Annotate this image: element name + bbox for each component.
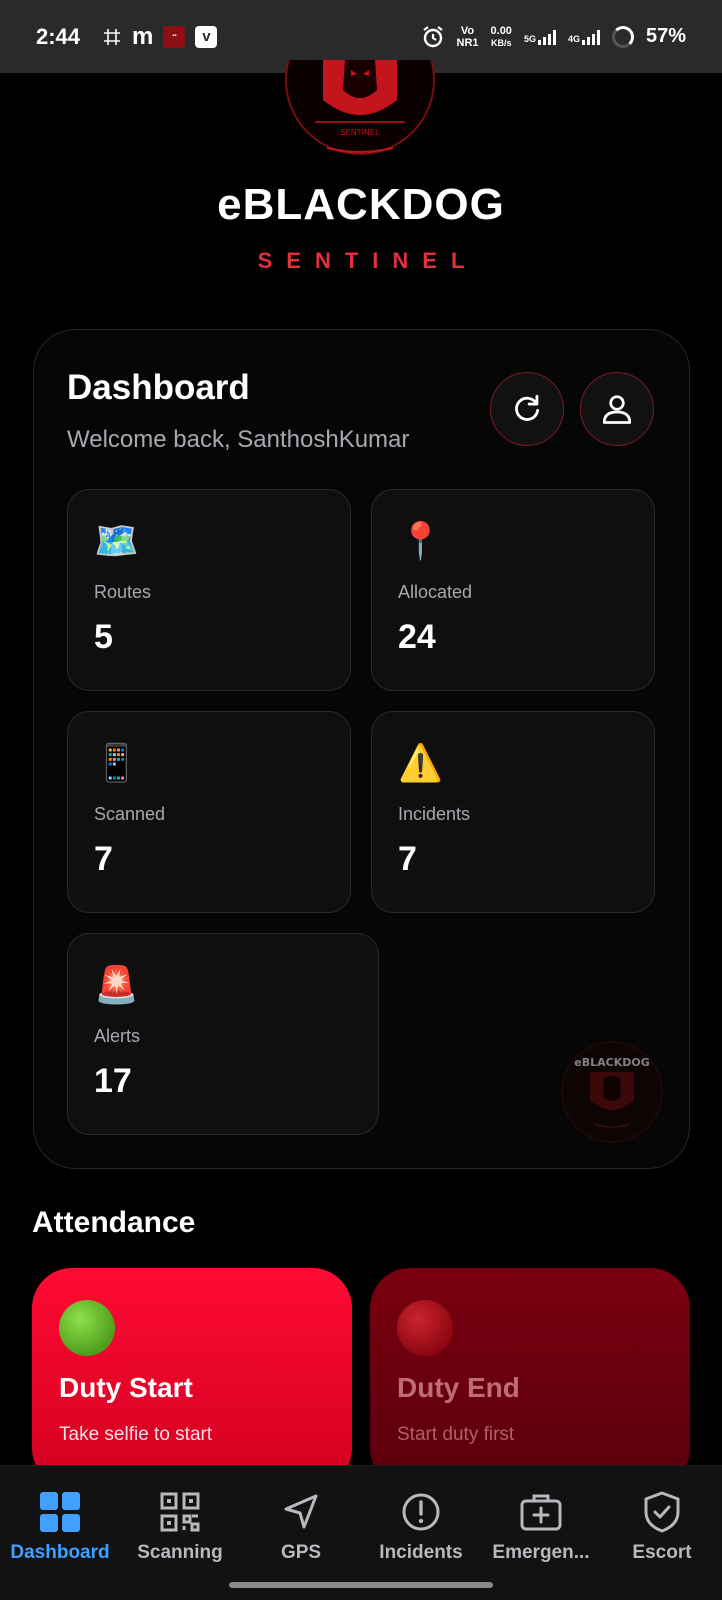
battery-icon xyxy=(611,25,634,48)
alarm-icon xyxy=(421,25,445,49)
nav-label: Incidents xyxy=(379,1542,463,1563)
stat-card-routes[interactable]: 🗺️ Routes 5 xyxy=(67,489,351,691)
nav-incidents[interactable]: Incidents xyxy=(361,1466,481,1576)
nav-label: GPS xyxy=(280,1542,322,1563)
nav-emergency[interactable]: Emergen... xyxy=(481,1466,601,1576)
stat-value: 5 xyxy=(94,618,113,656)
map-icon: 🗺️ xyxy=(94,520,139,561)
status-time: 2:44 xyxy=(36,23,81,49)
stat-label: Scanned xyxy=(94,804,166,824)
duty-start-title: Duty Start xyxy=(59,1372,193,1403)
volte-indicator: Vo NR1 xyxy=(456,24,479,49)
duty-end-subtitle: Start duty first xyxy=(397,1424,515,1445)
grid-app-icon xyxy=(102,27,122,47)
pin-icon: 📍 xyxy=(398,520,443,561)
duty-start-subtitle: Take selfie to start xyxy=(59,1424,213,1445)
navigation-arrow-icon xyxy=(281,1490,321,1534)
stat-card-scanned[interactable]: 📱 Scanned 7 xyxy=(67,711,351,913)
stat-card-allocated[interactable]: 📍 Allocated 24 xyxy=(371,489,655,691)
signal-bars-icon xyxy=(581,29,600,45)
red-app-icon: ▪▪ xyxy=(163,25,186,48)
stat-label: Alerts xyxy=(94,1026,141,1046)
brand-subtitle: SENTINEL xyxy=(257,248,479,273)
red-circle-icon xyxy=(397,1300,453,1356)
nav-dashboard[interactable]: Dashboard xyxy=(0,1466,120,1576)
signal-4g: 4G xyxy=(568,29,600,45)
siren-icon: 🚨 xyxy=(94,964,139,1005)
stat-value: 7 xyxy=(398,840,417,878)
v-app-icon: v xyxy=(195,25,218,48)
duty-end-button[interactable]: Duty End Start duty first xyxy=(370,1268,690,1488)
medical-kit-icon xyxy=(519,1490,563,1534)
nav-escort[interactable]: Escort xyxy=(602,1466,722,1576)
welcome-text: Welcome back, SanthoshKumar xyxy=(67,426,410,453)
warning-icon: ⚠️ xyxy=(398,742,443,783)
brand-title: eBLACKDOG xyxy=(217,180,505,229)
profile-button[interactable] xyxy=(580,372,654,446)
phone-icon: 📱 xyxy=(94,742,139,783)
signal-5g: 5G xyxy=(524,29,556,45)
logo-text: SENTINEL xyxy=(341,128,380,137)
qr-code-icon xyxy=(159,1490,201,1534)
stat-card-incidents[interactable]: ⚠️ Incidents 7 xyxy=(371,711,655,913)
brand-logo: SENTINEL xyxy=(285,60,435,160)
green-circle-icon xyxy=(59,1300,115,1356)
duty-end-title: Duty End xyxy=(397,1372,520,1403)
stat-label: Allocated xyxy=(398,582,473,602)
dashboard-title: Dashboard xyxy=(67,368,250,407)
watermark-logo: eBLACKDOG xyxy=(560,1040,664,1144)
refresh-icon xyxy=(515,394,540,421)
alert-circle-icon xyxy=(400,1490,442,1534)
stat-card-alerts[interactable]: 🚨 Alerts 17 xyxy=(67,933,379,1135)
signal-bars-icon xyxy=(537,29,556,45)
dashboard-grid-icon xyxy=(38,1490,82,1534)
battery-percent: 57% xyxy=(645,25,686,47)
nav-label: Scanning xyxy=(137,1542,223,1563)
stat-label: Incidents xyxy=(398,804,471,824)
nav-label: Emergen... xyxy=(492,1542,590,1563)
nav-gps[interactable]: GPS xyxy=(241,1466,361,1576)
attendance-title: Attendance xyxy=(32,1206,196,1239)
stat-label: Routes xyxy=(94,582,152,602)
refresh-button[interactable] xyxy=(490,372,564,446)
shield-check-icon xyxy=(641,1490,683,1534)
dashboard-card: Dashboard Welcome back, SanthoshKumar 🗺️… xyxy=(33,329,690,1169)
duty-start-button[interactable]: Duty Start Take selfie to start xyxy=(32,1268,352,1488)
nav-scanning[interactable]: Scanning xyxy=(120,1466,240,1576)
watermark-text: eBLACKDOG xyxy=(574,1056,649,1069)
network-speed: 0.00 KB/s xyxy=(490,24,512,48)
stat-value: 7 xyxy=(94,840,113,878)
user-icon xyxy=(602,395,632,424)
stat-value: 17 xyxy=(94,1062,132,1100)
nav-label: Escort xyxy=(632,1542,692,1563)
nav-label: Dashboard xyxy=(10,1542,110,1563)
home-indicator[interactable] xyxy=(229,1582,493,1588)
bottom-nav: Dashboard Scanning GPS Incidents Emergen… xyxy=(0,1465,722,1600)
stat-value: 24 xyxy=(398,618,436,656)
m-app-icon: m xyxy=(132,22,154,50)
